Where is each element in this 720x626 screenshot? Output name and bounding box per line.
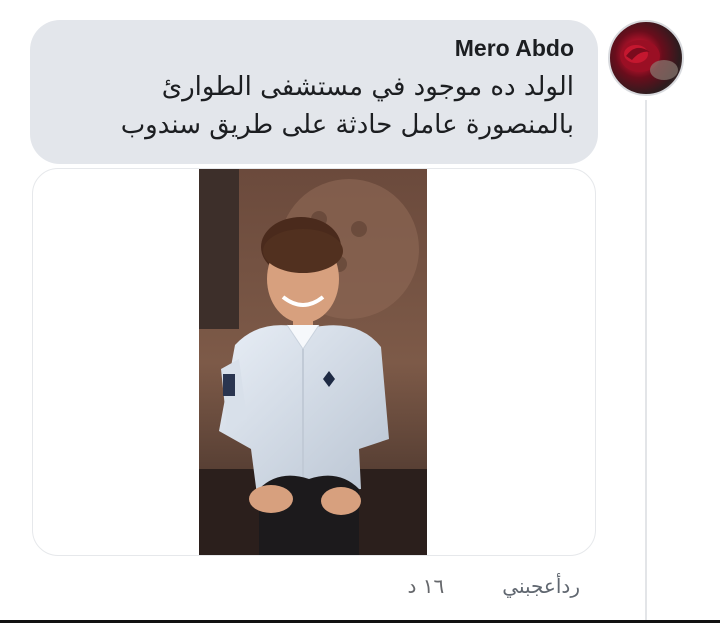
comment-bubble: Mero Abdo الولد ده موجود في مستشفى الطوا… [30,20,598,164]
comment-timestamp[interactable]: ١٦ د [408,574,445,598]
thread-connector-line [645,100,647,620]
attached-photo-card[interactable] [32,168,596,556]
comment-text-line-1: الولد ده موجود في مستشفى الطوارئ [161,72,574,102]
avatar[interactable] [608,20,684,96]
comment-actions: ١٦ د أعجبني رد [362,570,580,602]
attached-photo[interactable] [199,169,427,555]
like-button[interactable]: أعجبني [502,574,561,598]
bottom-divider [0,620,720,623]
reply-button[interactable]: رد [561,574,580,598]
rose-avatar-image [620,40,678,80]
comment-text-line-2: بالمنصورة عامل حادثة على طريق سندوب [120,110,574,140]
comment-author[interactable]: Mero Abdo [54,34,574,62]
